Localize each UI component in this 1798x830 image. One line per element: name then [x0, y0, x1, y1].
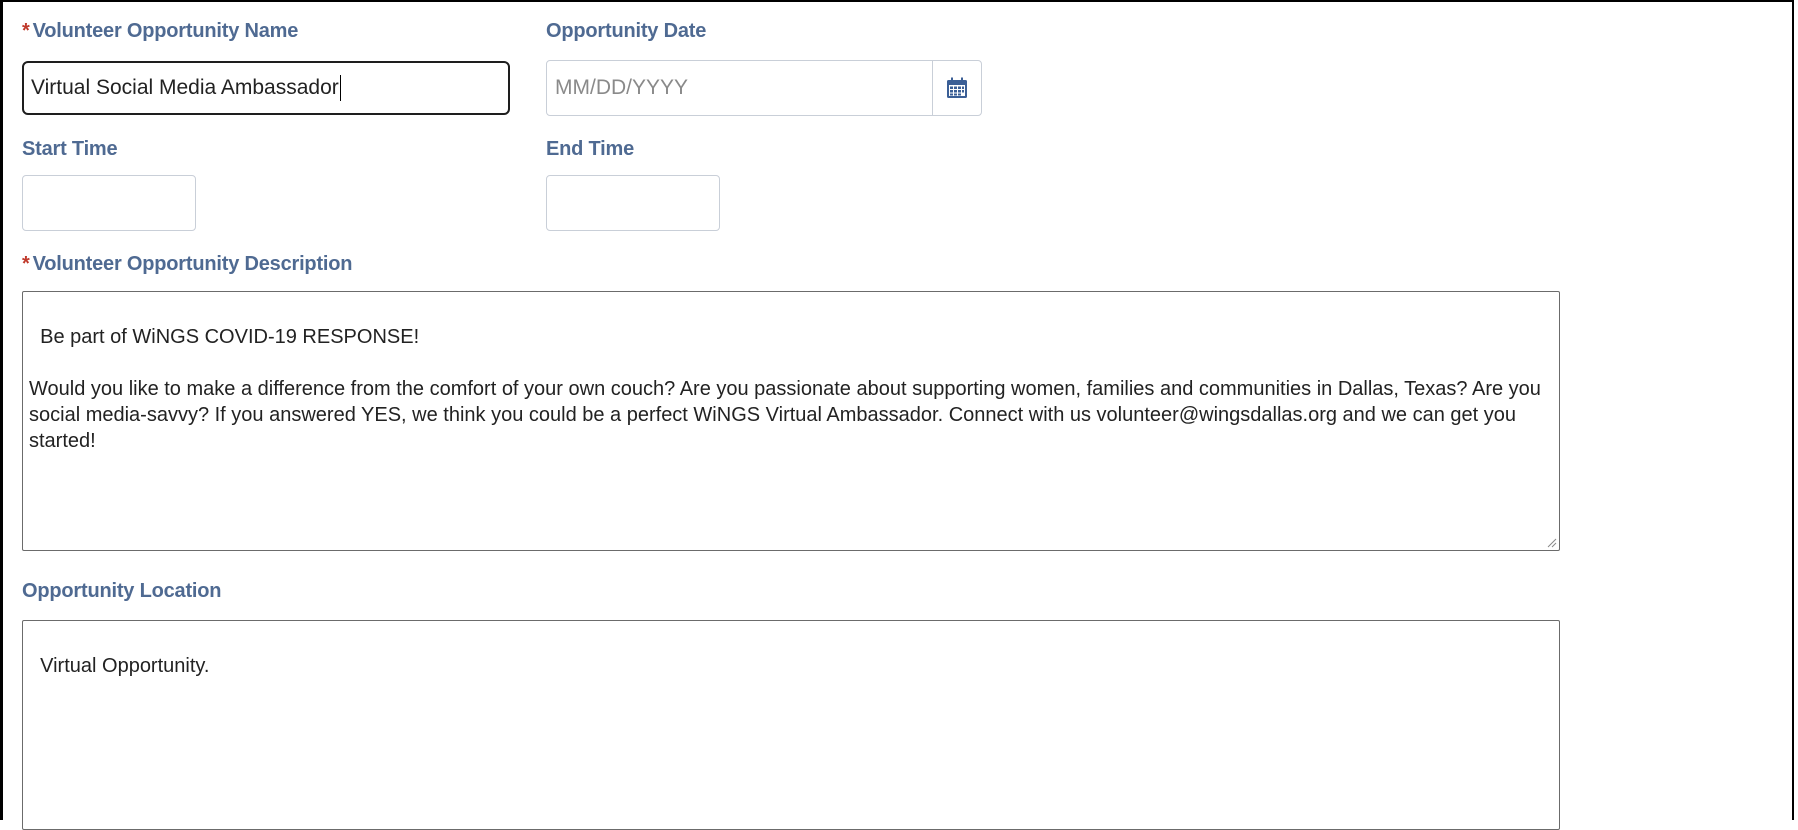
- description-value: Be part of WiNGS COVID-19 RESPONSE! Woul…: [29, 326, 1541, 452]
- opportunity-name-input[interactable]: Virtual Social Media Ambassador: [22, 61, 510, 115]
- opportunity-date-label: Opportunity Date: [546, 20, 707, 42]
- opportunity-date-input[interactable]: MM/DD/YYYY: [546, 60, 982, 116]
- opportunity-name-label-text: Volunteer Opportunity Name: [32, 20, 299, 42]
- end-time-input[interactable]: [546, 175, 720, 231]
- location-textarea[interactable]: Virtual Opportunity.: [22, 620, 1560, 830]
- description-label: * Volunteer Opportunity Description: [22, 253, 353, 276]
- calendar-icon: [947, 77, 967, 98]
- location-label: Opportunity Location: [22, 580, 222, 602]
- resize-grip-icon[interactable]: [1545, 536, 1557, 548]
- location-value: Virtual Opportunity.: [40, 655, 210, 677]
- text-caret: [339, 75, 341, 101]
- start-time-input[interactable]: [22, 175, 196, 231]
- required-marker: *: [22, 20, 30, 42]
- opportunity-name-value: Virtual Social Media Ambassador: [31, 76, 339, 99]
- opportunity-date-placeholder: MM/DD/YYYY: [555, 76, 689, 99]
- description-label-text: Volunteer Opportunity Description: [32, 253, 353, 275]
- calendar-button[interactable]: [932, 61, 981, 115]
- opportunity-name-label: * Volunteer Opportunity Name: [22, 20, 298, 43]
- required-marker: *: [22, 253, 30, 275]
- description-textarea[interactable]: Be part of WiNGS COVID-19 RESPONSE! Woul…: [22, 291, 1560, 551]
- start-time-label: Start Time: [22, 138, 118, 160]
- end-time-label: End Time: [546, 138, 635, 160]
